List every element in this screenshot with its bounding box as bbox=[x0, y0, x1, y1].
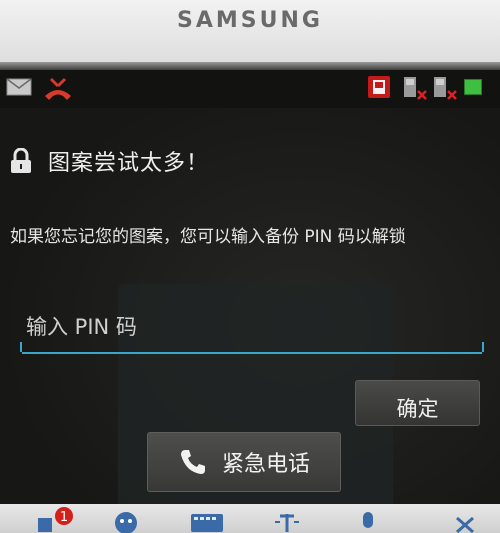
missed-call-icon bbox=[45, 77, 71, 100]
sim1-no-signal-icon bbox=[404, 77, 427, 100]
phone-icon bbox=[180, 450, 205, 474]
brand-logo: SAMSUNG bbox=[177, 8, 323, 33]
microphone-icon[interactable] bbox=[356, 508, 380, 533]
lockout-title: 图案尝试太多！ bbox=[48, 151, 210, 176]
text-cursor-icon[interactable] bbox=[272, 508, 302, 533]
lockout-header: 图案尝试太多！ bbox=[10, 144, 209, 178]
emergency-call-label: 紧急电话 bbox=[221, 452, 310, 477]
notification-badge-icon[interactable]: 1 bbox=[36, 506, 76, 533]
sim-alert-icon bbox=[368, 76, 390, 98]
status-bar bbox=[0, 70, 500, 108]
lock-icon bbox=[11, 148, 31, 173]
lock-screen: 图案尝试太多！ 如果您忘记您的图案，您可以输入备份 PIN 码以解锁 确定 紧急… bbox=[0, 70, 500, 533]
keyboard-toolbar: 1 bbox=[0, 504, 500, 533]
mail-icon bbox=[6, 78, 32, 96]
badge-count: 1 bbox=[60, 510, 68, 525]
lockout-message: 如果您忘记您的图案，您可以输入备份 PIN 码以解锁 bbox=[10, 227, 406, 247]
sim2-no-signal-icon bbox=[434, 77, 457, 100]
keyboard-icon[interactable] bbox=[190, 508, 224, 533]
pin-field[interactable] bbox=[20, 302, 484, 354]
emergency-call-button[interactable]: 紧急电话 bbox=[147, 432, 341, 492]
pin-input[interactable] bbox=[26, 308, 466, 346]
emoticon-icon[interactable] bbox=[112, 508, 140, 533]
close-icon[interactable] bbox=[452, 508, 478, 533]
phone-bezel: SAMSUNG bbox=[0, 0, 500, 70]
battery-icon bbox=[464, 79, 482, 95]
confirm-button[interactable]: 确定 bbox=[355, 380, 480, 426]
